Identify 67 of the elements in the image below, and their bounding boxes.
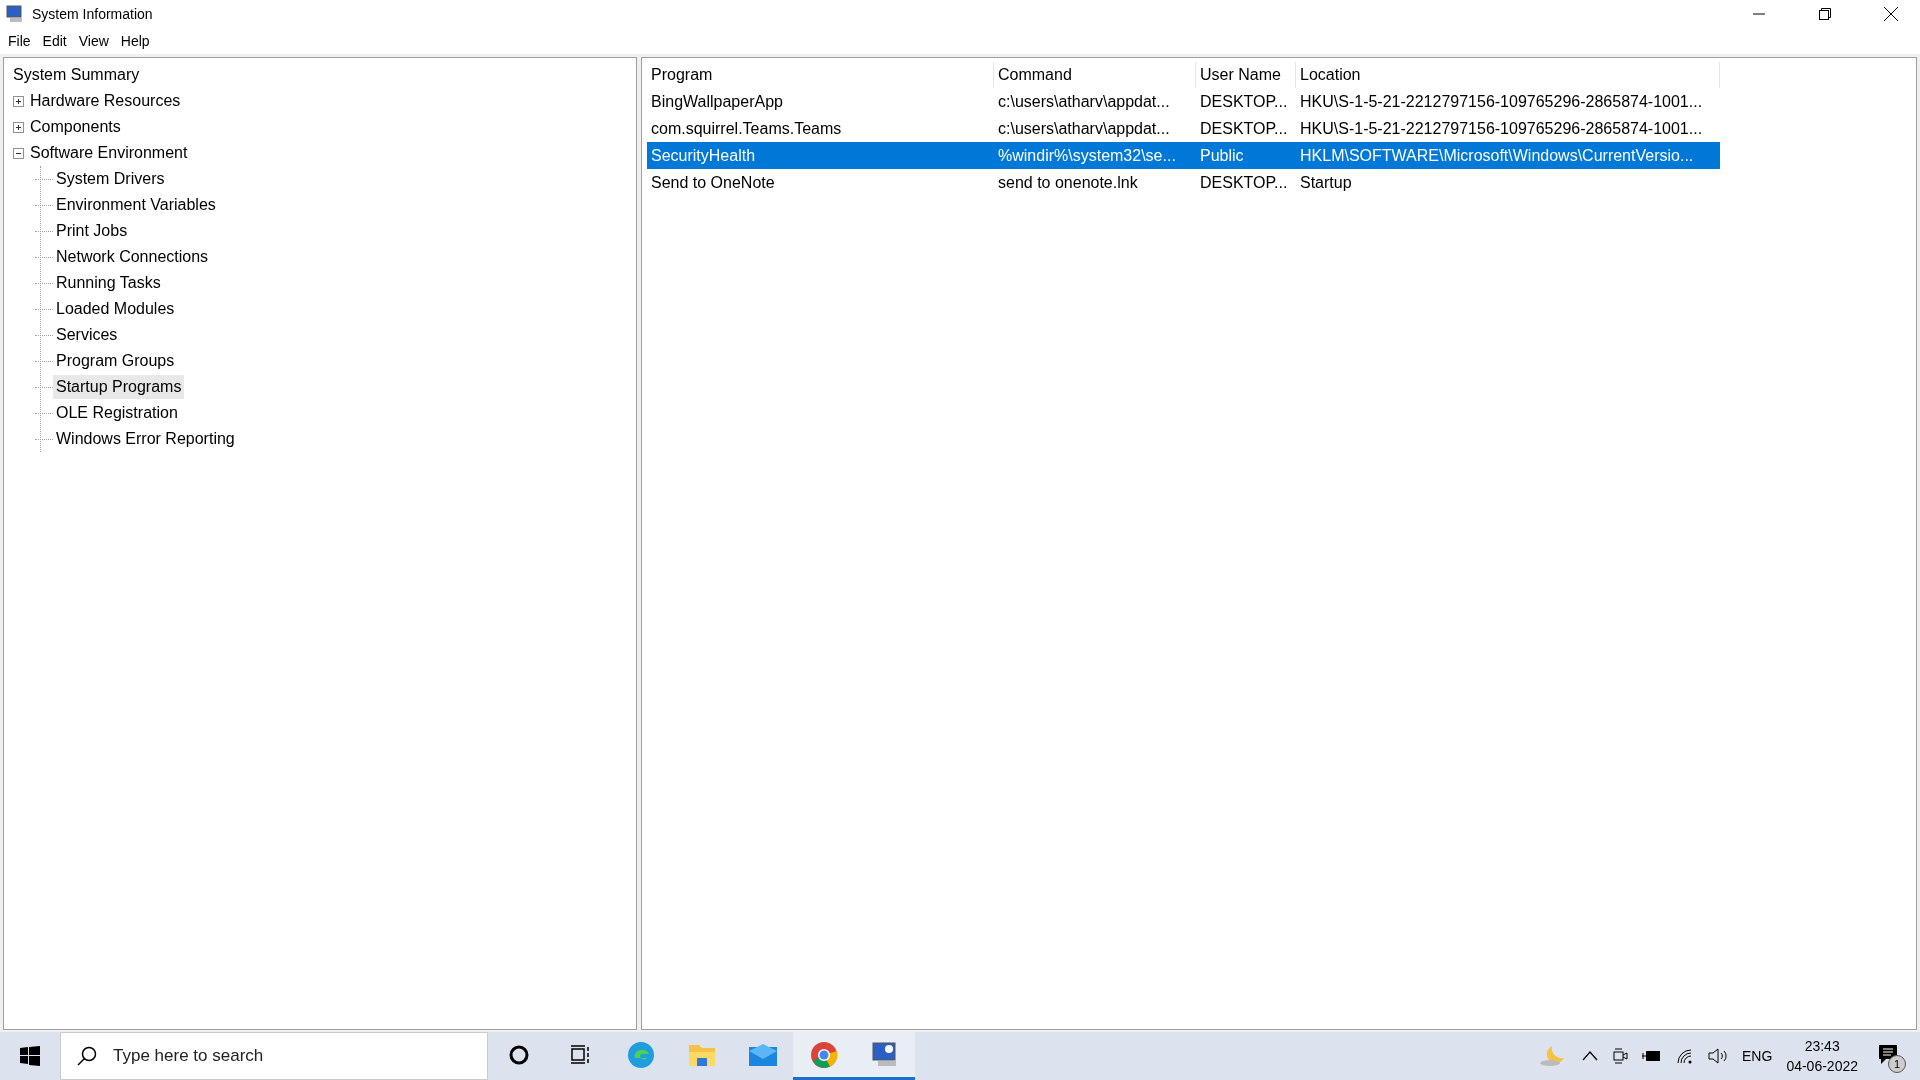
table-row[interactable]: BingWallpaperApp c:\users\atharv\appdat... DESKTOP... HKU\S-1-5-21-2212797156-109765296-2865874-1001... <box>647 88 1720 115</box>
column-header[interactable]: Command <box>994 62 1196 88</box>
language-indicator[interactable]: ENG <box>1742 1048 1773 1064</box>
battery-icon[interactable] <box>1642 1050 1663 1062</box>
windows-icon <box>20 1046 40 1066</box>
table-cell-text: c:\users\atharv\appdat... <box>997 118 1171 139</box>
search-field[interactable]: Type here to search <box>60 1032 488 1080</box>
table-row[interactable]: SecurityHealth %windir%\system32\se... Public HKLM\SOFTWARE\Microsoft\Windows\CurrentVersio... <box>647 142 1720 169</box>
mail-icon <box>747 1042 778 1067</box>
tree-item[interactable]: Program Groups <box>53 349 178 373</box>
column-header[interactable]: Program <box>647 62 994 88</box>
taskbar-app[interactable] <box>854 1032 915 1080</box>
notification-count: 1 <box>1888 1055 1906 1073</box>
tree-item[interactable]: Loaded Modules <box>53 297 178 321</box>
table-cell-text: BingWallpaperApp <box>650 91 784 112</box>
table-cell-text: DESKTOP... <box>1199 172 1289 193</box>
tree-item[interactable]: System Drivers <box>53 167 168 191</box>
tree-item[interactable]: Print Jobs <box>53 219 131 243</box>
table-cell-text: Public <box>1199 145 1245 166</box>
tree-item[interactable]: Services <box>53 323 121 347</box>
collapse-icon[interactable] <box>13 147 24 159</box>
table-row[interactable]: Send to OneNote send to onenote.lnk DESKTOP... Startup <box>647 169 1720 196</box>
tree-item[interactable]: Startup Programs <box>53 375 185 399</box>
notifications-button[interactable]: 1 <box>1872 1039 1906 1073</box>
tree-item[interactable]: Running Tasks <box>53 271 164 295</box>
column-header[interactable]: Location <box>1296 62 1720 88</box>
circle-icon <box>507 1043 530 1066</box>
tree-item[interactable]: Network Connections <box>53 245 212 269</box>
camera-icon[interactable] <box>1612 1047 1629 1065</box>
tree-item[interactable]: Hardware Resources <box>27 89 184 113</box>
table-cell-text: Send to OneNote <box>650 172 776 193</box>
tree-item[interactable]: OLE Registration <box>53 401 181 425</box>
table-cell-text: com.squirrel.Teams.Teams <box>650 118 843 139</box>
table-cell-text: SecurityHealth <box>650 145 757 166</box>
table-cell-text: HKU\S-1-5-21-2212797156-109765296-2865874-1001... <box>1299 118 1704 139</box>
restore-icon <box>1819 8 1831 20</box>
minimize-icon <box>1753 13 1765 15</box>
table-cell-text: Startup <box>1299 172 1353 193</box>
window-title: System Information <box>32 6 154 22</box>
chevron-up-icon[interactable] <box>1582 1050 1599 1062</box>
column-header[interactable]: User Name <box>1196 62 1296 88</box>
browser-icon <box>808 1039 839 1070</box>
table-cell-text: DESKTOP... <box>1199 118 1289 139</box>
tree-item[interactable]: Software Environment <box>27 141 191 165</box>
table-cell-text: send to onenote.lnk <box>997 172 1139 193</box>
expand-icon[interactable] <box>13 95 24 107</box>
table-cell-text: DESKTOP... <box>1199 91 1289 112</box>
table-cell-text: c:\users\atharv\appdat... <box>997 91 1171 112</box>
table-cell-text: HKU\S-1-5-21-2212797156-109765296-2865874-1001... <box>1299 91 1704 112</box>
tree-item[interactable]: System Summary <box>10 63 143 87</box>
task-view-icon <box>568 1043 591 1066</box>
close-icon <box>1884 7 1898 21</box>
computer-icon <box>6 5 24 23</box>
tree-item[interactable]: Windows Error Reporting <box>53 427 238 451</box>
browser-icon <box>625 1039 656 1070</box>
table-row[interactable]: com.squirrel.Teams.Teams c:\users\atharv\appdat... DESKTOP... HKU\S-1-5-21-2212797156-109765296-2865874-1001... <box>647 115 1720 142</box>
menu-item[interactable]: View <box>74 31 113 51</box>
table-cell-text: %windir%\system32\se... <box>997 145 1177 166</box>
expand-icon[interactable] <box>13 121 24 133</box>
table-cell-text: HKLM\SOFTWARE\Microsoft\Windows\CurrentVersio... <box>1299 145 1695 166</box>
menu-item[interactable]: Edit <box>38 31 71 51</box>
menu-item[interactable]: Help <box>116 31 154 51</box>
menu-item[interactable]: File <box>4 31 35 51</box>
tree-item[interactable]: Components <box>27 115 124 139</box>
tree-item[interactable]: Environment Variables <box>53 193 219 217</box>
clock[interactable]: 23:43 04-06-2022 <box>1786 1036 1858 1076</box>
speaker-icon[interactable] <box>1708 1048 1729 1064</box>
